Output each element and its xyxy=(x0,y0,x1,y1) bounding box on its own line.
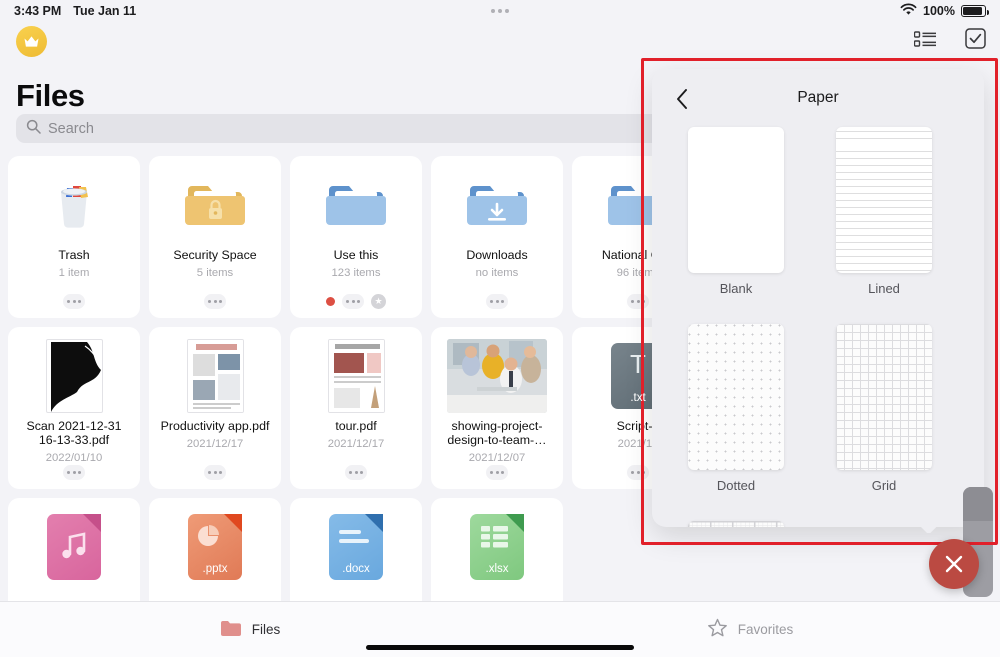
status-dot-badge xyxy=(326,297,335,306)
home-indicator xyxy=(366,645,634,650)
file-card-name: Productivity app.pdf xyxy=(160,419,270,433)
favorite-star-badge[interactable]: ★ xyxy=(371,294,386,309)
file-card-showing-project[interactable]: showing-project-design-to-team-… 2021/12… xyxy=(431,327,563,489)
trash-bin-icon xyxy=(43,168,105,242)
paper-option-grid-large[interactable] xyxy=(688,521,784,527)
status-date: Tue Jan 11 xyxy=(73,4,137,18)
paper-preview-lined xyxy=(836,127,932,273)
file-card-name: Trash xyxy=(58,248,90,262)
popover-tail xyxy=(913,519,937,533)
crown-icon[interactable] xyxy=(16,26,47,57)
more-options-button[interactable] xyxy=(63,294,85,309)
search-icon xyxy=(26,119,41,139)
file-card-name: Security Space xyxy=(173,248,257,262)
search-placeholder: Search xyxy=(48,120,94,137)
side-tool-handle-top[interactable] xyxy=(963,487,993,521)
tab-label: Favorites xyxy=(737,622,794,637)
more-options-button[interactable] xyxy=(204,294,226,309)
paper-options-grid: Blank Lined Dotted Grid xyxy=(652,127,984,527)
paper-popover: Paper Blank Lined Dotted Grid xyxy=(652,69,984,527)
popover-header: Paper xyxy=(652,69,984,127)
more-options-button[interactable] xyxy=(63,465,85,480)
file-card-trash[interactable]: Trash 1 item xyxy=(8,156,140,318)
file-card-meta: 2021/12/07 xyxy=(468,452,526,464)
paper-preview-dotted xyxy=(688,324,784,470)
file-extension-label: .xlsx xyxy=(485,563,509,575)
music-file-icon xyxy=(47,510,101,584)
file-card-meta: 2021/12/17 xyxy=(186,438,244,450)
more-options-button[interactable] xyxy=(345,465,367,480)
pptx-file-icon: .pptx xyxy=(188,510,242,584)
file-card-productivity-pdf[interactable]: Productivity app.pdf 2021/12/17 xyxy=(149,327,281,489)
file-card-use-this[interactable]: Use this 123 items ★ xyxy=(290,156,422,318)
more-options-button[interactable] xyxy=(486,465,508,480)
file-extension-label: .pptx xyxy=(202,563,228,575)
file-card-meta: no items xyxy=(475,267,519,279)
xlsx-file-icon: .xlsx xyxy=(470,510,524,584)
file-card-meta: 2021/12/17 xyxy=(327,438,385,450)
locked-folder-icon xyxy=(182,168,248,242)
file-card-meta: 1 item xyxy=(58,267,90,279)
file-card-meta: 2022/01/10 xyxy=(45,452,103,464)
paper-option-lined[interactable]: Lined xyxy=(836,127,932,296)
folder-icon xyxy=(220,619,242,640)
file-card-downloads[interactable]: Downloads no items xyxy=(431,156,563,318)
grabber-dots-icon xyxy=(491,9,509,13)
scan-document-thumbnail xyxy=(45,339,103,413)
file-extension-label: .txt xyxy=(630,392,646,404)
status-time: 3:43 PM xyxy=(14,4,62,18)
popover-title: Paper xyxy=(797,89,839,106)
paper-option-blank[interactable]: Blank xyxy=(688,127,784,296)
file-card-name: showing-project-design-to-team-… xyxy=(447,419,547,447)
paper-option-dotted[interactable]: Dotted xyxy=(688,324,784,493)
paper-option-label: Dotted xyxy=(716,478,756,493)
battery-percent-label: 100% xyxy=(923,4,955,18)
file-card-meta: 123 items xyxy=(331,267,381,279)
file-card-scan-pdf[interactable]: Scan 2021-12-31 16-13-33.pdf 2022/01/10 xyxy=(8,327,140,489)
team-photo-thumbnail xyxy=(447,339,547,413)
file-card-meta: 5 items xyxy=(196,267,234,279)
file-card-security-space[interactable]: Security Space 5 items xyxy=(149,156,281,318)
paper-option-label: Grid xyxy=(871,478,897,493)
wifi-icon xyxy=(900,3,917,19)
status-bar: 3:43 PM Tue Jan 11 100% xyxy=(0,0,1000,22)
more-options-button[interactable] xyxy=(486,294,508,309)
list-view-icon[interactable] xyxy=(913,30,937,53)
paper-preview-blank xyxy=(688,127,784,273)
file-card-name: Downloads xyxy=(466,248,528,262)
paper-option-label: Lined xyxy=(868,281,900,296)
download-folder-icon xyxy=(464,168,530,242)
article-document-thumbnail xyxy=(186,339,244,413)
files-app-screen: 3:43 PM Tue Jan 11 100% Files Search Tra… xyxy=(0,0,1000,657)
paper-preview-grid xyxy=(836,324,932,470)
tab-label: Files xyxy=(251,622,281,637)
close-button[interactable] xyxy=(929,539,979,589)
blue-folder-icon xyxy=(323,168,389,242)
more-options-button[interactable] xyxy=(204,465,226,480)
file-card-name: tour.pdf xyxy=(335,419,377,433)
paper-option-label: Blank xyxy=(719,281,753,296)
paper-preview-grid-large xyxy=(688,521,784,527)
star-outline-icon xyxy=(707,618,728,641)
page-title: Files xyxy=(16,78,85,113)
file-card-name: Use this xyxy=(333,248,379,262)
tourism-document-thumbnail xyxy=(327,339,385,413)
battery-icon xyxy=(961,5,989,17)
docx-file-icon: .docx xyxy=(329,510,383,584)
checkbox-select-icon[interactable] xyxy=(965,28,986,54)
file-card-tour-pdf[interactable]: tour.pdf 2021/12/17 xyxy=(290,327,422,489)
file-extension-label: .docx xyxy=(342,563,370,575)
top-toolbar xyxy=(0,24,1000,62)
paper-option-grid[interactable]: Grid xyxy=(836,324,932,493)
file-card-name: Scan 2021-12-31 16-13-33.pdf xyxy=(26,419,122,447)
more-options-button[interactable] xyxy=(342,294,364,309)
